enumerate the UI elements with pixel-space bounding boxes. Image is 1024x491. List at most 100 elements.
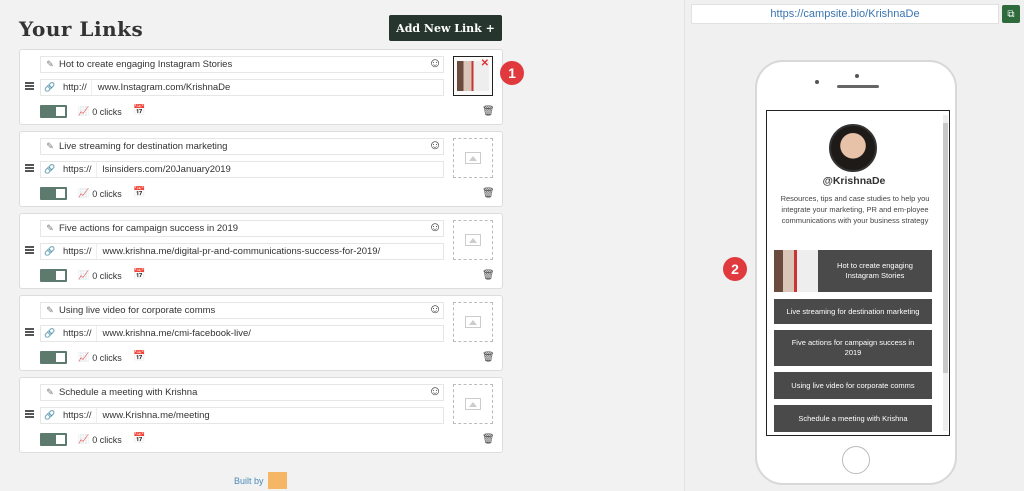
phone-camera — [855, 74, 859, 78]
protocol-select[interactable]: https:// — [59, 408, 97, 423]
image-placeholder-icon — [465, 234, 481, 246]
trash-icon[interactable]: 🗑 — [482, 106, 495, 117]
add-thumbnail-button[interactable] — [453, 138, 493, 178]
drag-handle-icon[interactable] — [25, 164, 34, 172]
link-icon: 🔗 — [44, 410, 56, 420]
chart-icon: 📈 — [78, 352, 90, 362]
drag-handle-icon[interactable] — [25, 328, 34, 336]
link-title-field[interactable]: ✎ Live streaming for destination marketi… — [40, 138, 444, 155]
remove-thumbnail-icon[interactable]: ✕ — [481, 58, 489, 69]
link-url-field[interactable]: 🔗 https:// www.krishna.me/digital-pr-and… — [40, 243, 444, 260]
click-count: 0 clicks — [92, 188, 122, 199]
drag-handle-icon[interactable] — [25, 82, 34, 90]
link-icon: 🔗 — [44, 246, 56, 256]
phone-speaker — [837, 85, 879, 88]
profile-handle: @KrishnaDe — [822, 175, 886, 187]
emoji-picker-icon[interactable]: ☺ — [428, 220, 442, 234]
link-title-text: Using live video for corporate comms — [59, 305, 216, 316]
phone-preview-frame: @KrishnaDe Resources, tips and case stud… — [755, 60, 957, 485]
copy-url-button[interactable]: ⧉ — [1002, 5, 1020, 23]
preview-link-button[interactable]: Using live video for corporate comms — [774, 372, 932, 399]
link-url-field[interactable]: 🔗 https:// www.krishna.me/cmi-facebook-l… — [40, 325, 444, 342]
protocol-select[interactable]: https:// — [59, 244, 97, 259]
link-url-text: www.krishna.me/cmi-facebook-live/ — [102, 328, 251, 339]
emoji-picker-icon[interactable]: ☺ — [428, 56, 442, 70]
link-visibility-toggle[interactable] — [40, 269, 67, 282]
link-title-field[interactable]: ✎ Five actions for campaign success in 2… — [40, 220, 444, 237]
drag-handle-icon[interactable] — [25, 246, 34, 254]
chart-icon: 📈 — [78, 106, 90, 116]
pencil-icon: ✎ — [46, 223, 54, 233]
add-thumbnail-button[interactable] — [453, 220, 493, 260]
link-title-text: Schedule a meeting with Krishna — [59, 387, 198, 398]
phone-sensor — [815, 80, 819, 84]
link-icon: 🔗 — [44, 328, 56, 338]
trash-icon[interactable]: 🗑 — [482, 352, 495, 363]
calendar-icon[interactable]: 📅 — [133, 187, 145, 198]
copy-icon: ⧉ — [1007, 8, 1015, 20]
image-placeholder-icon — [465, 398, 481, 410]
link-url-text: www.Krishna.me/meeting — [102, 410, 210, 421]
link-icon: 🔗 — [44, 82, 56, 92]
drag-handle-icon[interactable] — [25, 410, 34, 418]
preview-link-button[interactable]: Live streaming for destination marketing — [774, 299, 932, 324]
link-title-text: Live streaming for destination marketing — [59, 141, 228, 152]
calendar-icon[interactable]: 📅 — [133, 433, 145, 444]
click-stats[interactable]: 📈 0 clicks — [78, 434, 122, 445]
click-stats[interactable]: 📈 0 clicks — [78, 106, 122, 117]
click-stats[interactable]: 📈 0 clicks — [78, 188, 122, 199]
calendar-icon[interactable]: 📅 — [133, 351, 145, 362]
preview-scrollbar[interactable] — [943, 115, 948, 431]
protocol-select[interactable]: https:// — [59, 326, 97, 341]
link-visibility-toggle[interactable] — [40, 433, 67, 446]
calendar-icon[interactable]: 📅 — [133, 105, 145, 116]
link-card: ✎ Hot to create engaging Instagram Stori… — [19, 49, 503, 125]
preview-link-button[interactable]: Schedule a meeting with Krishna — [774, 405, 932, 432]
click-stats[interactable]: 📈 0 clicks — [78, 270, 122, 281]
add-thumbnail-button[interactable] — [453, 384, 493, 424]
protocol-select[interactable]: http:// — [59, 80, 92, 95]
chart-icon: 📈 — [78, 270, 90, 280]
click-count: 0 clicks — [92, 270, 122, 281]
link-title-field[interactable]: ✎ Schedule a meeting with Krishna — [40, 384, 444, 401]
link-card: ✎ Schedule a meeting with Krishna ☺ 🔗 ht… — [19, 377, 503, 453]
link-url-field[interactable]: 🔗 https:// lsinsiders.com/20January2019 — [40, 161, 444, 178]
link-title-field[interactable]: ✎ Using live video for corporate comms — [40, 302, 444, 319]
phone-home-button — [842, 446, 870, 474]
trash-icon[interactable]: 🗑 — [482, 270, 495, 281]
link-url-field[interactable]: 🔗 http:// www.Instagram.com/KrishnaDe — [40, 79, 444, 96]
link-visibility-toggle[interactable] — [40, 187, 67, 200]
callout-badge-2: 2 — [723, 257, 747, 281]
avatar — [829, 124, 877, 172]
preview-link-button[interactable]: Hot to create engaging Instagram Stories — [818, 250, 932, 292]
add-new-link-button[interactable]: Add New Link + — [389, 15, 502, 41]
click-count: 0 clicks — [92, 106, 122, 117]
preview-link-button[interactable]: Five actions for campaign success in 201… — [774, 330, 932, 366]
image-placeholder-icon — [465, 316, 481, 328]
link-url-text: www.Instagram.com/KrishnaDe — [97, 82, 231, 93]
profile-bio: Resources, tips and case studies to help… — [780, 194, 930, 225]
phone-screen: @KrishnaDe Resources, tips and case stud… — [766, 110, 950, 436]
emoji-picker-icon[interactable]: ☺ — [428, 384, 442, 398]
built-by-text: Built by — [234, 475, 264, 486]
link-url-field[interactable]: 🔗 https:// www.Krishna.me/meeting — [40, 407, 444, 424]
link-thumbnail[interactable]: ✕ — [453, 56, 493, 96]
click-stats[interactable]: 📈 0 clicks — [78, 352, 122, 363]
protocol-select[interactable]: https:// — [59, 162, 97, 177]
preview-link-thumbnail — [774, 250, 818, 292]
link-icon: 🔗 — [44, 164, 56, 174]
pencil-icon: ✎ — [46, 141, 54, 151]
emoji-picker-icon[interactable]: ☺ — [428, 302, 442, 316]
link-title-field[interactable]: ✎ Hot to create engaging Instagram Stori… — [40, 56, 444, 73]
profile-url-display[interactable]: https://campsite.bio/KrishnaDe — [691, 4, 999, 24]
link-visibility-toggle[interactable] — [40, 105, 67, 118]
link-visibility-toggle[interactable] — [40, 351, 67, 364]
built-by-footer[interactable]: Built by — [234, 472, 287, 489]
calendar-icon[interactable]: 📅 — [133, 269, 145, 280]
click-count: 0 clicks — [92, 352, 122, 363]
trash-icon[interactable]: 🗑 — [482, 434, 495, 445]
emoji-picker-icon[interactable]: ☺ — [428, 138, 442, 152]
add-thumbnail-button[interactable] — [453, 302, 493, 342]
trash-icon[interactable]: 🗑 — [482, 188, 495, 199]
preview-panel: https://campsite.bio/KrishnaDe ⧉ 2 @Kris… — [684, 0, 1024, 491]
